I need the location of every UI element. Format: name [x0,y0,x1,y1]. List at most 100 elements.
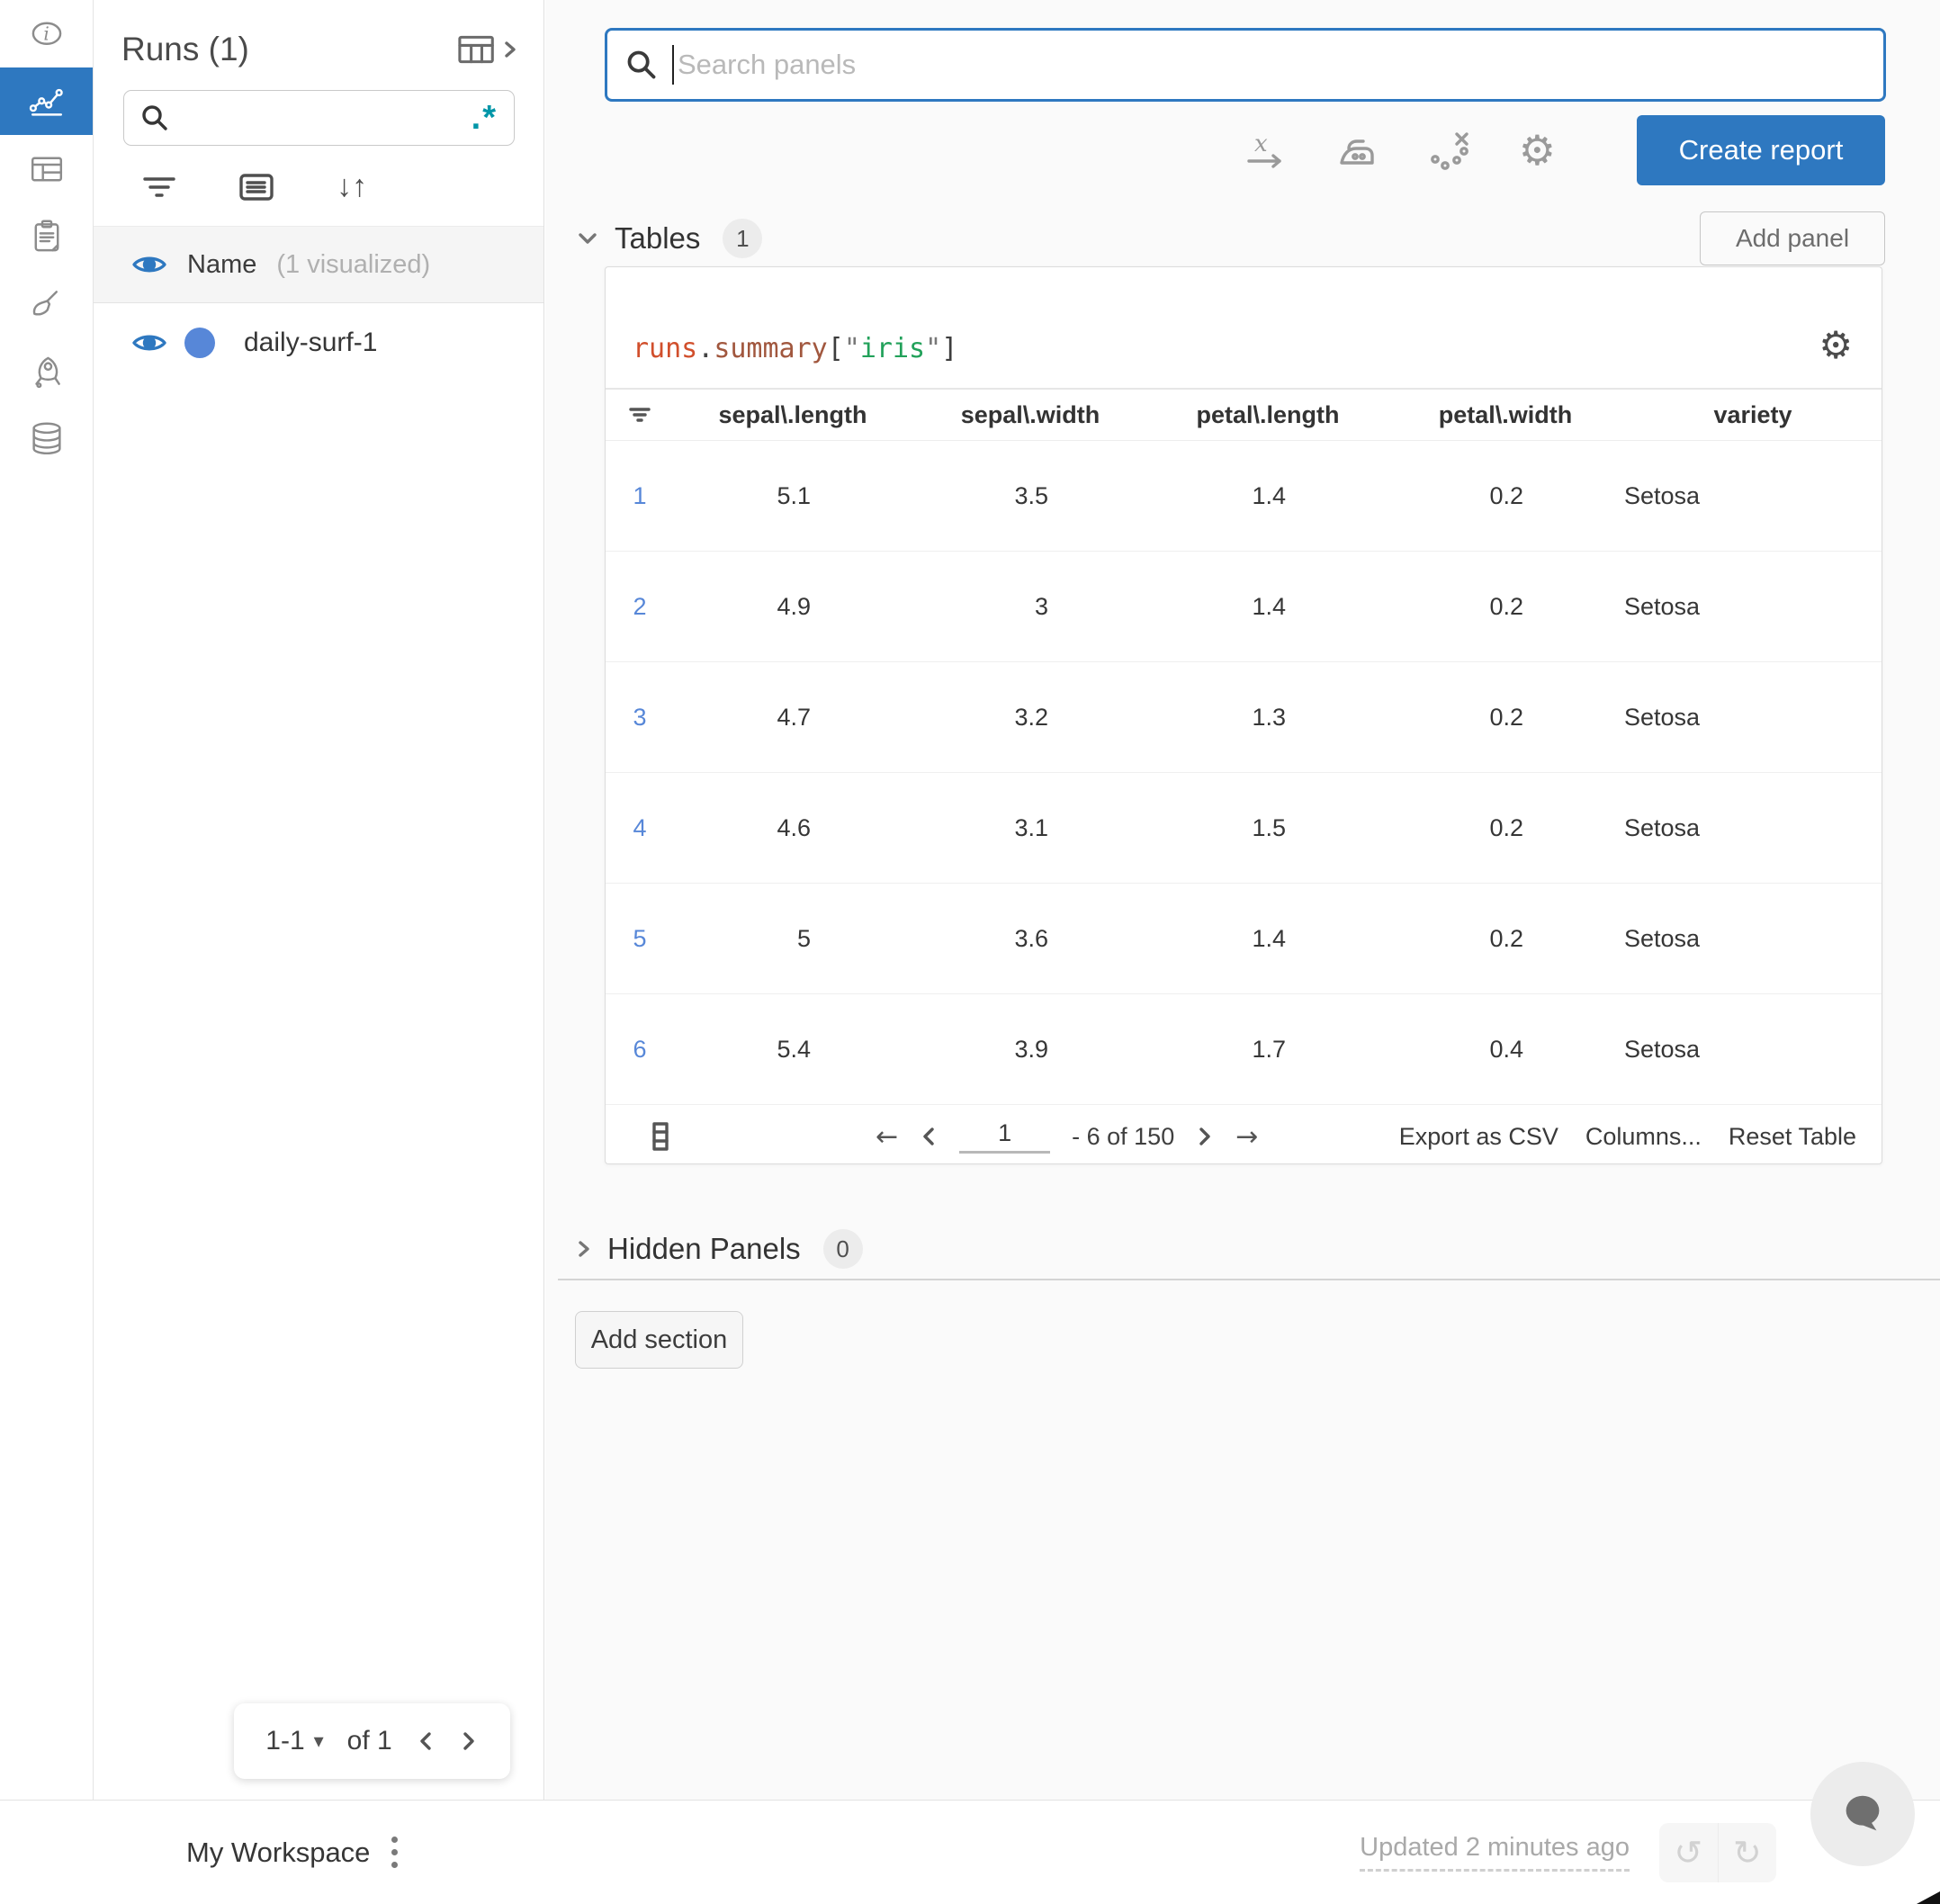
chevron-down-icon[interactable] [574,229,601,248]
next-page-icon[interactable] [459,1729,479,1754]
runs-table-icon[interactable] [457,31,497,67]
cell: Setosa [1624,813,1701,841]
table-row: 1 5.1 3.5 1.4 0.2 Setosa [606,441,1882,552]
database-icon [31,422,61,454]
column-header[interactable]: variety [1624,401,1882,429]
chevron-right-icon[interactable] [574,1235,594,1262]
page-number-input[interactable]: 1 [959,1119,1051,1154]
broom-icon [32,290,58,316]
column-header[interactable]: petal\.width [1387,401,1624,429]
rail-item-logs[interactable] [0,202,93,270]
table-row: 3 4.7 3.2 1.3 0.2 Setosa [606,662,1882,773]
dropdown-caret-icon[interactable]: ▾ [314,1729,324,1753]
columns-settings-button[interactable] [239,173,274,202]
table-body: 1 5.1 3.5 1.4 0.2 Setosa 2 4.9 3 1.4 0.2… [606,441,1882,1105]
eye-visibility-icon[interactable] [131,252,167,277]
name-column-label[interactable]: Name [187,250,256,280]
runs-search-box[interactable]: .* [123,90,515,146]
cell: 3.2 [1014,703,1048,731]
updated-timestamp[interactable]: Updated 2 minutes ago [1360,1833,1630,1872]
undo-button[interactable]: ↺ [1659,1822,1719,1882]
info-icon: i [31,22,61,45]
run-list-item[interactable]: daily-surf-1 [94,303,543,382]
rail-item-sweeps[interactable] [0,270,93,337]
column-header[interactable]: sepal\.width [912,401,1149,429]
runs-header: Runs (1) [94,0,543,68]
scatter-outlier-icon [1430,132,1468,170]
cell: 0.2 [1489,813,1523,841]
cell: 0.2 [1489,703,1523,731]
undo-icon: ↺ [1674,1832,1703,1873]
sort-icon: ↓↑ [337,169,367,203]
regex-toggle-icon[interactable]: .* [472,101,498,135]
page-range-dropdown[interactable]: 1-1 [265,1726,304,1756]
hidden-panels-header: Hidden Panels 0 [574,1224,863,1274]
runs-search-input[interactable] [182,103,472,133]
cell: 0.2 [1489,481,1523,509]
tables-section-title[interactable]: Tables [615,221,700,256]
rail-item-workspace[interactable] [0,67,93,135]
column-header[interactable]: sepal\.length [674,401,912,429]
create-report-button[interactable]: Create report [1637,115,1885,185]
sort-runs-button[interactable]: ↓↑ [337,169,367,204]
cell: 3 [1034,592,1048,620]
row-filter-button[interactable] [606,405,674,425]
run-name[interactable]: daily-surf-1 [244,328,377,358]
redo-button[interactable]: ↻ [1719,1823,1777,1882]
prev-page-icon[interactable] [416,1729,436,1754]
table-footer: ← 1 - 6 of 150 → Export as CSV Columns..… [606,1105,1882,1168]
reset-table-button[interactable]: Reset Table [1729,1123,1856,1151]
rail-item-panels[interactable] [0,135,93,202]
next-page-icon[interactable] [1196,1125,1214,1148]
cell: Setosa [1624,703,1701,731]
row-index-link[interactable]: 1 [606,482,674,510]
column-header[interactable]: petal\.length [1149,401,1387,429]
row-index-link[interactable]: 6 [606,1036,674,1064]
x-axis-settings-button[interactable]: x [1244,129,1287,172]
workspace-main: Search panels x ⚙ Create report Tables 1… [545,0,1940,1800]
help-chat-button[interactable] [1810,1762,1915,1866]
columns-button[interactable]: Columns... [1585,1123,1702,1151]
table-footer-links: Export as CSV Columns... Reset Table [1399,1123,1856,1151]
workspace-name[interactable]: My Workspace [186,1837,370,1869]
layout-table-icon [31,157,62,181]
row-index-link[interactable]: 2 [606,593,674,621]
outliers-button[interactable] [1427,129,1470,172]
filter-runs-button[interactable] [142,173,176,202]
row-height-icon[interactable] [652,1122,669,1151]
table-panel: runs.summary["iris"] ⚙ sepal\.length sep… [605,266,1882,1164]
hidden-panels-title[interactable]: Hidden Panels [607,1232,801,1266]
cell: 4.6 [777,813,811,841]
cell: 5.1 [777,481,811,509]
expand-runs-chevron-icon[interactable] [500,36,520,63]
prev-page-icon[interactable] [920,1125,938,1148]
add-panel-button[interactable]: Add panel [1700,211,1885,265]
x-axis-icon: x [1247,130,1281,168]
search-panels-box[interactable]: Search panels [605,28,1886,102]
add-section-button[interactable]: Add section [575,1311,743,1369]
left-rail: i [0,0,94,1800]
rail-item-overview[interactable]: i [0,0,93,67]
row-index-link[interactable]: 4 [606,814,674,842]
table-pagination: ← 1 - 6 of 150 → [876,1119,1258,1154]
workspace-menu-button[interactable] [391,1837,399,1868]
rail-item-launch[interactable] [0,337,93,405]
eye-visibility-icon[interactable] [131,330,167,355]
table-row: 6 5.4 3.9 1.7 0.4 Setosa [606,994,1882,1105]
filter-icon [629,408,651,422]
cell: 5.4 [777,1035,811,1063]
panel-settings-button[interactable]: ⚙ [1819,327,1853,364]
hidden-panels-count-badge: 0 [822,1229,863,1269]
last-page-button[interactable]: → [1235,1121,1258,1153]
list-icon [239,173,274,201]
export-csv-button[interactable]: Export as CSV [1399,1123,1558,1151]
smoothing-button[interactable] [1335,129,1379,172]
cell: Setosa [1624,481,1701,509]
row-index-link[interactable]: 5 [606,925,674,953]
rail-item-artifacts[interactable] [0,405,93,472]
row-index-link[interactable]: 3 [606,704,674,732]
cell: 5 [796,924,811,952]
runs-sidebar: Runs (1) .* ↓↑ Name (1 visualized) daily… [94,0,544,1800]
workspace-settings-button[interactable]: ⚙ [1519,130,1556,171]
first-page-button[interactable]: ← [876,1121,898,1153]
